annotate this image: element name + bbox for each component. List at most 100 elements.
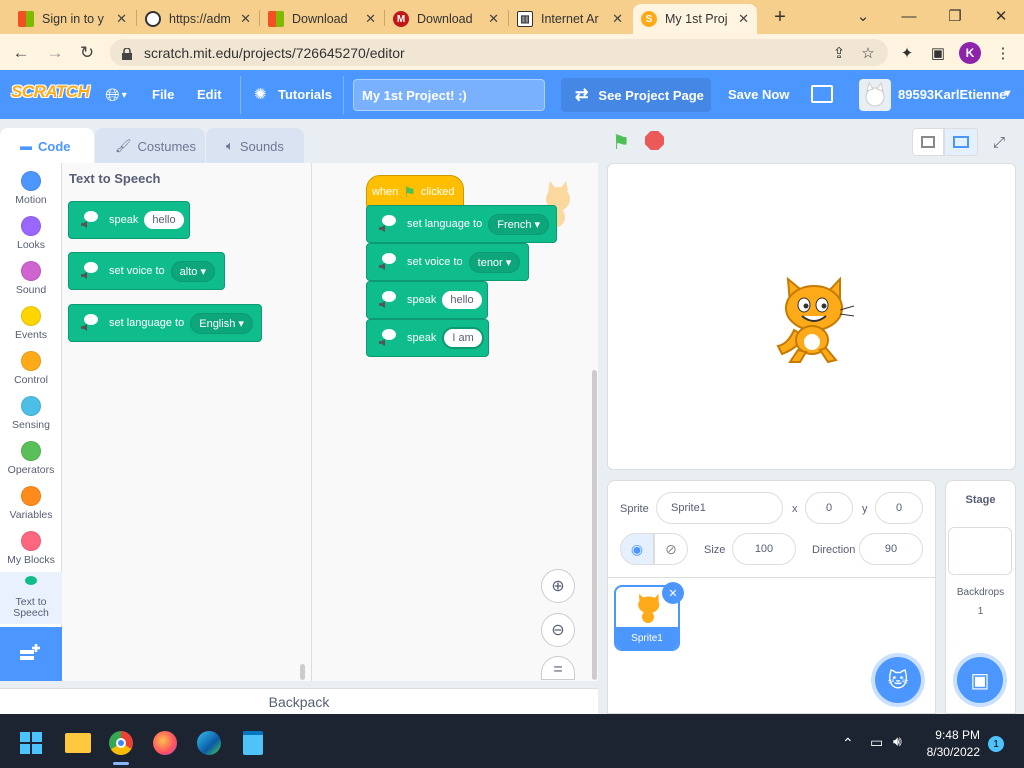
show-hidden-icons-chevron-icon[interactable]: ⌃ [842,735,854,752]
browser-tab-active[interactable]: S My 1st Proj ✕ [633,4,757,34]
when-flag-clicked-block[interactable]: when ⚑ clicked [366,175,464,209]
user-avatar[interactable] [859,79,891,111]
small-stage-icon[interactable] [912,128,944,156]
clock-date[interactable]: 8/30/2022 [920,745,980,759]
choose-backdrop-button[interactable]: ▣ [957,657,1003,703]
browser-tab-4[interactable]: M Download ✕ [385,4,507,34]
close-window-icon[interactable]: ✕ [978,2,1024,30]
minimize-icon[interactable]: — [886,2,932,30]
delete-sprite-trash-icon[interactable]: ✕ [662,582,684,604]
size-input[interactable]: 100 [732,533,796,565]
category-my-blocks[interactable]: My Blocks [0,531,62,566]
close-icon[interactable]: ✕ [240,11,251,27]
language-globe-icon[interactable]: 🌐︎ ▾ [96,82,136,108]
block-input[interactable]: hello [144,211,184,229]
palette-speak-block[interactable]: speak hello [68,201,190,239]
browser-tab-2[interactable]: https://adm ✕ [137,4,259,34]
tutorials-button[interactable]: Tutorials [278,87,332,102]
my-stuff-folder-icon[interactable] [811,85,833,103]
x-position-input[interactable]: 0 [805,492,853,524]
close-icon[interactable]: ✕ [116,11,127,27]
extensions-puzzle-icon[interactable]: ✦ [894,40,920,66]
network-icon[interactable]: ▭ [870,734,883,751]
category-looks[interactable]: Looks [0,216,62,251]
save-now-button[interactable]: Save Now [728,87,789,102]
backdrop-thumbnail[interactable] [948,527,1012,575]
choose-sprite-button[interactable]: 🐱︎ [875,657,921,703]
file-explorer-icon[interactable] [65,733,91,753]
close-icon[interactable]: ✕ [365,11,376,27]
category-sensing[interactable]: Sensing [0,396,62,431]
show-sprite-eye-icon[interactable]: ◉ [620,533,654,565]
project-title-input[interactable]: My 1st Project! :) [353,79,545,111]
see-project-page-button[interactable]: ⇄ See Project Page [561,78,711,112]
restore-icon[interactable]: ❐ [932,2,978,30]
y-position-input[interactable]: 0 [875,492,923,524]
more-menu-icon[interactable]: ⋮ [990,40,1016,66]
close-icon[interactable]: ✕ [488,11,499,27]
palette-set-language-block[interactable]: set language to English ▾ [68,304,262,342]
stage-canvas[interactable] [607,163,1016,470]
block-input[interactable]: hello [442,291,482,309]
fullscreen-icon[interactable]: ⤢ [984,128,1014,156]
browser-tab-1[interactable]: Sign in to y ✕ [10,4,135,34]
zoom-out-icon[interactable]: ⊖ [541,613,575,647]
edit-menu[interactable]: Edit [197,87,222,102]
speak-block-editing[interactable]: speak I am [366,319,489,357]
share-icon[interactable]: ⇪ [826,40,852,66]
set-language-block[interactable]: set language to French ▾ [366,205,557,243]
close-icon[interactable]: ✕ [738,11,749,27]
tab-search-chevron-icon[interactable]: ⌄ [840,2,886,30]
normal-stage-icon[interactable] [944,128,978,156]
tab-code[interactable]: ▬ Code [0,128,94,164]
category-text-to-speech[interactable]: Text to Speech [0,572,62,624]
forward-arrow-icon[interactable]: → [42,40,68,66]
address-bar[interactable]: scratch.mit.edu/projects/726645270/edito… [110,39,888,66]
block-dropdown[interactable]: tenor ▾ [468,251,521,273]
add-extension-button[interactable] [0,627,62,681]
close-icon[interactable]: ✕ [612,11,623,27]
username[interactable]: 89593KarlEtienne [898,87,1006,102]
category-events[interactable]: Events [0,306,62,341]
browser-tab-5[interactable]: ▥ Internet Ar ✕ [509,4,631,34]
profile-avatar[interactable]: K [959,42,981,64]
chrome-icon[interactable] [109,731,133,755]
category-operators[interactable]: Operators [0,441,62,476]
palette-set-voice-block[interactable]: set voice to alto ▾ [68,252,225,290]
speak-block[interactable]: speak hello [366,281,488,319]
stop-sign-icon[interactable] [645,131,664,150]
category-variables[interactable]: Variables [0,486,62,521]
tab-costumes[interactable]: 🖌︎ Costumes [95,128,205,164]
workspace-scrollbar[interactable] [592,370,597,680]
direction-input[interactable]: 90 [859,533,923,565]
notification-badge[interactable]: 1 [988,736,1004,752]
notepad-icon[interactable] [243,731,263,755]
category-sound[interactable]: Sound [0,261,62,296]
clock-time[interactable]: 9:48 PM [920,728,980,742]
firefox-icon[interactable] [153,731,177,755]
green-flag-icon[interactable]: ⚑ [612,130,630,155]
file-menu[interactable]: File [152,87,174,102]
volume-icon[interactable]: 🔊︎ [893,733,902,750]
edge-icon[interactable] [197,731,221,755]
block-dropdown[interactable]: French ▾ [488,213,550,235]
zoom-in-icon[interactable]: ⊕ [541,569,575,603]
cat-sprite[interactable] [768,274,856,364]
side-panel-icon[interactable]: ▣ [925,40,951,66]
windows-start-icon[interactable] [20,732,42,754]
set-voice-block[interactable]: set voice to tenor ▾ [366,243,529,281]
palette-scrollbar[interactable] [300,664,305,680]
reload-icon[interactable]: ↻ [74,40,100,66]
category-control[interactable]: Control [0,351,62,386]
back-arrow-icon[interactable]: ← [8,40,34,66]
block-dropdown[interactable]: alto ▾ [170,260,215,282]
account-chevron-icon[interactable]: ▼ [1002,88,1013,100]
category-motion[interactable]: Motion [0,171,62,206]
block-input-active[interactable]: I am [442,327,484,349]
scratch-logo[interactable]: SCRATCH [11,82,90,108]
block-dropdown[interactable]: English ▾ [190,312,253,334]
new-tab-plus-icon[interactable]: + [768,4,792,30]
hide-sprite-eye-icon[interactable]: ⊘ [654,533,688,565]
backpack-bar[interactable]: Backpack [0,688,598,714]
sprite-name-input[interactable]: Sprite1 [656,492,783,524]
